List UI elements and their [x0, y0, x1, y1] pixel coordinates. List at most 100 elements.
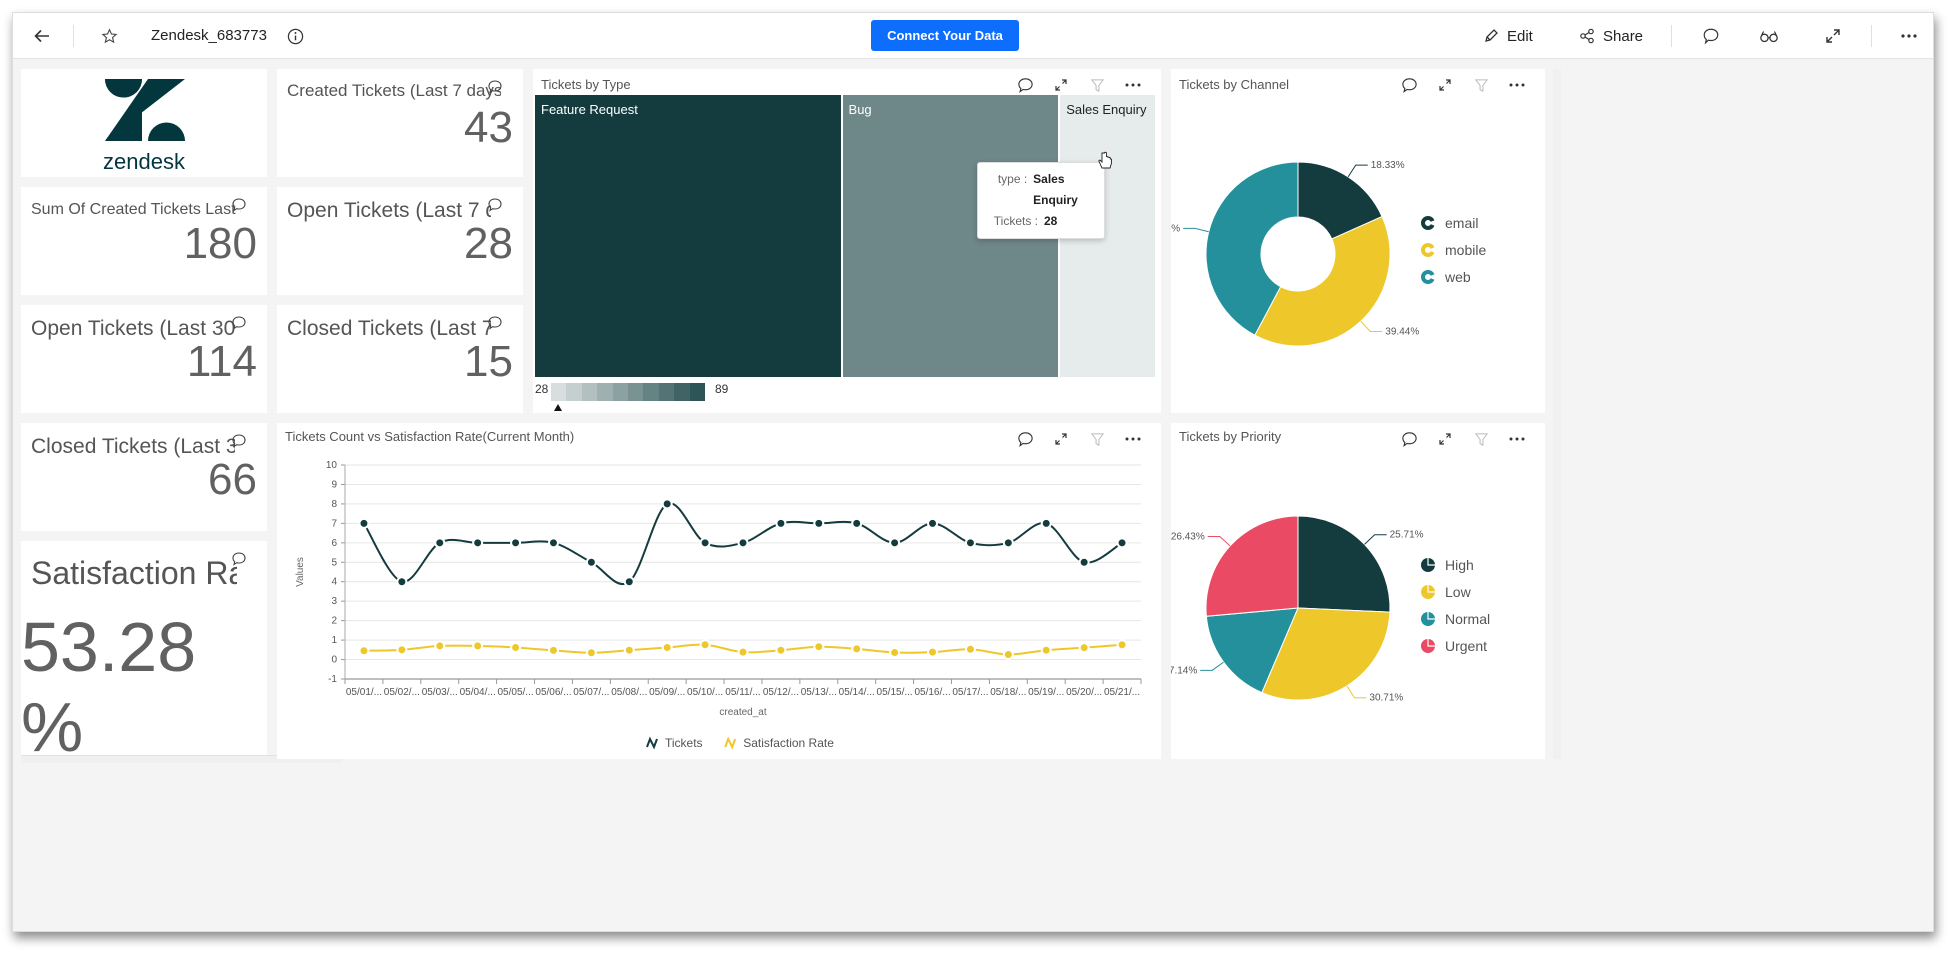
data-point[interactable] — [661, 641, 673, 653]
expand-icon[interactable] — [1051, 75, 1071, 95]
data-point[interactable] — [813, 517, 825, 529]
comment-icon[interactable] — [1699, 13, 1723, 59]
comment-icon[interactable] — [231, 197, 247, 213]
kpi-title: Created Tickets (Last 7 days) — [287, 81, 501, 100]
data-point[interactable] — [358, 645, 370, 657]
data-point[interactable] — [547, 537, 559, 549]
x-tick-label: 05/12/... — [763, 687, 799, 698]
more-options-icon[interactable] — [1123, 75, 1143, 95]
data-point[interactable] — [1040, 644, 1052, 656]
glasses-icon[interactable] — [1757, 13, 1781, 59]
legend-item-urgent[interactable]: Urgent — [1421, 632, 1490, 659]
star-icon[interactable] — [97, 13, 121, 59]
data-point[interactable] — [623, 576, 635, 588]
data-point[interactable] — [434, 640, 446, 652]
x-tick-label: 05/02/... — [384, 687, 420, 698]
slice-high[interactable] — [1297, 515, 1391, 613]
legend-item-email[interactable]: email — [1421, 209, 1486, 236]
data-point[interactable] — [1116, 537, 1128, 549]
share-button[interactable]: Share — [1579, 13, 1643, 59]
data-point[interactable] — [813, 641, 825, 653]
legend-item-normal[interactable]: Normal — [1421, 605, 1490, 632]
edit-button[interactable]: Edit — [1483, 13, 1533, 59]
comment-icon[interactable] — [231, 315, 247, 331]
legend-item-web[interactable]: web — [1421, 263, 1486, 290]
data-point[interactable] — [889, 537, 901, 549]
slice-leader-line — [1364, 534, 1387, 545]
treemap-cell-feature-request[interactable]: Feature Request — [535, 95, 841, 377]
legend-label: Normal — [1445, 610, 1491, 627]
slice-mobile[interactable] — [1254, 215, 1391, 347]
back-arrow-icon[interactable] — [27, 13, 57, 59]
data-point[interactable] — [358, 517, 370, 529]
data-point[interactable] — [699, 639, 711, 651]
connect-your-data-button[interactable]: Connect Your Data — [871, 20, 1019, 51]
legend-item-low[interactable]: Low — [1421, 578, 1490, 605]
comment-icon[interactable] — [487, 315, 503, 331]
data-point[interactable] — [661, 498, 673, 510]
data-point[interactable] — [1116, 639, 1128, 651]
data-point[interactable] — [1040, 517, 1052, 529]
data-point[interactable] — [1002, 537, 1014, 549]
kpi-card-created-7[interactable]: Created Tickets (Last 7 days) 43 — [277, 69, 523, 177]
comment-icon[interactable] — [231, 433, 247, 449]
comment-icon[interactable] — [487, 197, 503, 213]
comment-icon[interactable] — [231, 551, 247, 567]
data-point[interactable] — [547, 644, 559, 656]
data-point[interactable] — [889, 647, 901, 659]
data-point[interactable] — [510, 537, 522, 549]
kpi-card-closed-7[interactable]: Closed Tickets (Last 7 days) 15 — [277, 305, 523, 413]
comment-icon[interactable] — [487, 79, 503, 95]
data-point[interactable] — [964, 537, 976, 549]
priority-legend: High Low Normal Urgent — [1421, 551, 1490, 659]
data-point[interactable] — [434, 537, 446, 549]
data-point[interactable] — [737, 646, 749, 658]
filter-icon[interactable] — [1087, 75, 1107, 95]
data-point[interactable] — [585, 556, 597, 568]
kpi-value: 180 — [183, 219, 257, 268]
data-point[interactable] — [851, 643, 863, 655]
kpi-value: 43 — [464, 103, 513, 152]
data-point[interactable] — [1002, 648, 1014, 660]
color-scale — [551, 383, 706, 401]
x-tick-label: 05/18/... — [990, 687, 1026, 698]
more-options-icon[interactable] — [1897, 13, 1921, 59]
data-point[interactable] — [1078, 642, 1090, 654]
data-point[interactable] — [623, 644, 635, 656]
x-tick-label: 05/07/... — [573, 687, 609, 698]
data-point[interactable] — [927, 517, 939, 529]
data-point[interactable] — [699, 537, 711, 549]
info-icon[interactable] — [285, 13, 305, 59]
legend-item-mobile[interactable]: mobile — [1421, 236, 1486, 263]
data-point[interactable] — [472, 640, 484, 652]
color-scale-step — [628, 383, 644, 401]
fullscreen-expand-icon[interactable] — [1821, 13, 1845, 59]
data-point[interactable] — [737, 537, 749, 549]
data-point[interactable] — [472, 537, 484, 549]
kpi-card-open-7[interactable]: Open Tickets (Last 7 days) 28 — [277, 187, 523, 295]
data-point[interactable] — [775, 517, 787, 529]
kpi-card-sum-30[interactable]: Sum Of Created Tickets Last 30 d 180 — [21, 187, 267, 295]
line-chart: -1 0 1 2 3 4 5 6 7 8 9 10 05/01/... 05/02/... 05/03/..… — [295, 460, 1142, 750]
data-point[interactable] — [775, 644, 787, 656]
data-point[interactable] — [927, 646, 939, 658]
kpi-card-satisfaction[interactable]: Satisfaction Rate 53.28 % — [21, 541, 267, 766]
color-scale-step — [658, 383, 675, 401]
slice-data-label: 39.44% — [1385, 327, 1419, 338]
legend-item-satisfaction-rate[interactable]: Satisfaction Rate — [724, 736, 834, 750]
kpi-card-open-30[interactable]: Open Tickets (Last 30 days) 114 — [21, 305, 267, 413]
legend-item-high[interactable]: High — [1421, 551, 1490, 578]
comment-icon[interactable] — [1015, 75, 1035, 95]
data-point[interactable] — [851, 517, 863, 529]
data-point[interactable] — [964, 643, 976, 655]
data-point[interactable] — [396, 644, 408, 656]
slice-urgent[interactable] — [1205, 515, 1299, 617]
x-tick-label: 05/03/... — [422, 687, 458, 698]
legend-item-tickets[interactable]: Tickets — [646, 736, 703, 750]
data-point[interactable] — [396, 576, 408, 588]
data-point[interactable] — [510, 641, 522, 653]
data-point[interactable] — [1078, 556, 1090, 568]
vertical-scrollbar[interactable] — [1553, 69, 1561, 759]
kpi-card-closed-30[interactable]: Closed Tickets (Last 30 days) 66 — [21, 423, 267, 531]
data-point[interactable] — [585, 647, 597, 659]
